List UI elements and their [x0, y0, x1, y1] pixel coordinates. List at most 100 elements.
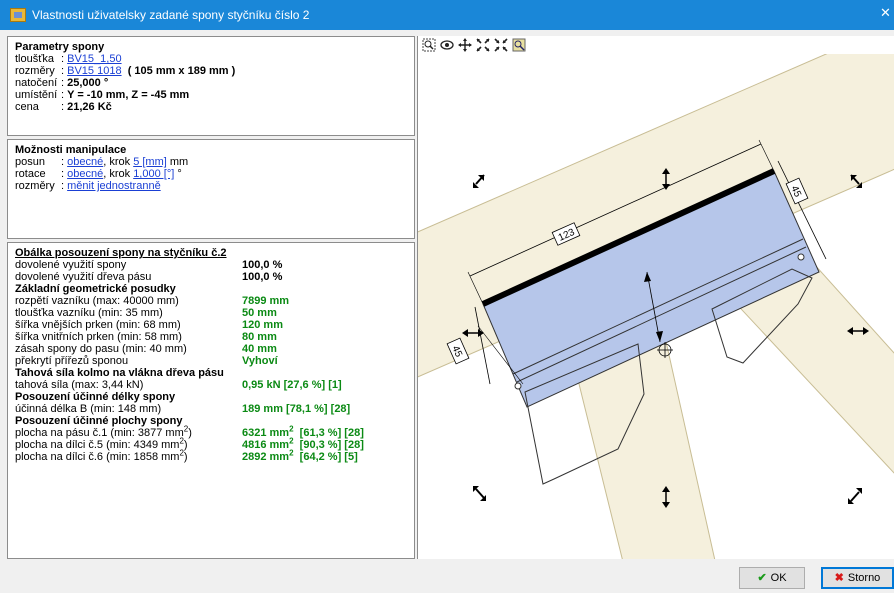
dims-label: rozměry	[15, 65, 55, 77]
dims-link[interactable]: BV15 1018	[67, 65, 121, 77]
area5-label: plocha na dílci č.5 (min: 4349 mm	[15, 439, 180, 451]
joint-drawing: 123 45 45	[418, 54, 894, 559]
vertex-handle[interactable]	[797, 253, 805, 261]
check-row: překrytí přířezů sponou Vyhoví	[15, 355, 407, 367]
check-row: účinná délka B (min: 148 mm) 189 mm [78,1…	[15, 403, 407, 415]
area6-pct: [64,2 %] [5]	[299, 451, 358, 463]
check-row: zásah spony do pasu (min: 40 mm) 40 mm	[15, 343, 407, 355]
area6-label: plocha na dílci č.6 (min: 1858 mm	[15, 451, 180, 463]
zoom-fit-icon[interactable]	[494, 38, 508, 52]
area6-num: 2892 mm	[242, 451, 290, 463]
resize-mode-link[interactable]: měnit jednostranně	[67, 180, 161, 192]
shift-label: posun	[15, 156, 45, 168]
tension-label: tahová síla (max: 3,44 kN)	[15, 379, 144, 391]
ok-button[interactable]: ✔ OK	[739, 567, 805, 589]
drawing-toolbar	[418, 36, 894, 54]
allowed-plate-value: 100,0 %	[242, 259, 283, 271]
drawing-canvas[interactable]: 123 45 45	[418, 54, 894, 559]
check-row: plocha na pásu č.1 (min: 3877 mm 2) 6321 m…	[15, 424, 407, 439]
area1-value: 6321 mm2 [61,3 %] [28]	[242, 424, 364, 439]
check-row: dovolené využití dřeva pásu 100,0 %	[15, 271, 407, 283]
paren: )	[188, 427, 192, 439]
drawing-pane: 123 45 45	[417, 36, 894, 559]
rotate-handle-bl[interactable]	[473, 486, 486, 501]
allowed-plate-label: dovolené využití spony	[15, 259, 127, 271]
area1-num: 6321 mm	[242, 427, 290, 439]
rotation-step-text: , krok	[103, 168, 131, 180]
overlap-label: překrytí přířezů sponou	[15, 355, 129, 367]
position-value: Y = -10 mm, Z = -45 mm	[67, 89, 190, 101]
plate-parameters-panel: Parametry spony tloušťka: BV15_1,50 rozm…	[7, 36, 415, 136]
outer-label: šířka vnějších prken (min: 68 mm)	[15, 319, 181, 331]
eff-len-label: účinná délka B (min: 148 mm)	[15, 403, 162, 415]
shift-unit: mm	[169, 156, 189, 168]
eff-len-header: Posouzení účinné délky spony	[15, 391, 176, 403]
rotation-value: 25,000 °	[67, 77, 109, 89]
eff-len-value: 189 mm [78,1 %] [28]	[242, 403, 351, 415]
paren: )	[183, 451, 188, 463]
check-row: plocha na dílci č.5 (min: 4349 mm 2) 4816 …	[15, 436, 407, 451]
check-header: Obálka posouzení spony na styčníku č.2	[15, 247, 227, 259]
truss-thick-label: tloušťka vazníku (min: 35 mm)	[15, 307, 163, 319]
area5-value: 4816 mm2 [90,3 %] [28]	[242, 436, 364, 451]
inner-label: šířka vnitřních prken (min: 58 mm)	[15, 331, 182, 343]
rotation-step-label: rotace	[15, 168, 46, 180]
area6-value: 2892 mm2 [64,2 %] [5]	[242, 448, 358, 463]
zoom-window-icon[interactable]	[422, 38, 436, 52]
rotation-mode-link[interactable]: obecné	[67, 168, 103, 180]
check-row: dovolené využití spony 100,0 %	[15, 259, 407, 271]
app-icon	[10, 8, 26, 22]
price-value: 21,26 Kč	[67, 101, 112, 113]
zoom-selection-icon[interactable]	[512, 38, 526, 52]
check-row: plocha na dílci č.6 (min: 1858 mm 2) 2892 …	[15, 448, 407, 463]
vertex-handle[interactable]	[514, 382, 522, 390]
reach-label: zásah spony do pasu (min: 40 mm)	[15, 343, 187, 355]
area1-label: plocha na pásu č.1 (min: 3877 mm	[15, 427, 184, 439]
zoom-extents-icon[interactable]	[476, 38, 490, 52]
check-panel: Obálka posouzení spony na styčníku č.2 d…	[7, 242, 415, 559]
allowed-wood-label: dovolené využití dřeva pásu	[15, 271, 152, 283]
overlap-value: Vyhoví	[242, 355, 278, 367]
ok-label: OK	[770, 572, 787, 584]
geo-header: Základní geometrické posudky	[15, 283, 176, 295]
rotate-handle-tl[interactable]	[473, 174, 485, 188]
sup: 2	[289, 436, 294, 446]
pan-icon[interactable]	[458, 38, 472, 52]
close-icon[interactable]: ✕	[880, 5, 894, 21]
title-bar: Vlastnosti uživatelsky zadané spony styč…	[0, 0, 894, 30]
span-value: 7899 mm	[242, 295, 290, 307]
position-label: umístění	[15, 89, 58, 101]
area1-pct: [61,3 %] [28]	[299, 427, 364, 439]
rotate-handle-br[interactable]	[848, 488, 862, 504]
check-row: tloušťka vazníku (min: 35 mm) 50 mm	[15, 307, 407, 319]
price-label: cena	[15, 101, 39, 113]
rotation-step-link[interactable]: 1,000 [°]	[133, 168, 174, 180]
allowed-wood-value: 100,0 %	[242, 271, 283, 283]
tension-value: 0,95 kN [27,6 %] [1]	[242, 379, 342, 391]
check-row: šířka vnitřních prken (min: 58 mm) 80 mm	[15, 331, 407, 343]
tension-header: Tahová síla kolmo na vlákna dřeva pásu	[15, 367, 224, 379]
outer-value: 120 mm	[242, 319, 283, 331]
sup: 2	[289, 424, 294, 434]
check-row: rozpětí vazníku (max: 40000 mm) 7899 mm	[15, 295, 407, 307]
paren: )	[183, 439, 188, 451]
shift-step-link[interactable]: 5 [mm]	[133, 156, 167, 168]
storno-label: Storno	[847, 572, 881, 584]
span-label: rozpětí vazníku (max: 40000 mm)	[15, 295, 179, 307]
thickness-link[interactable]: BV15_1,50	[67, 53, 121, 65]
manipulation-panel: Možnosti manipulace posun: obecné, krok …	[7, 139, 415, 239]
cross-icon: ✖	[834, 572, 844, 584]
sup: 2	[289, 448, 294, 458]
rotation-label: natočení	[15, 77, 58, 89]
truss-thick-value: 50 mm	[242, 307, 277, 319]
storno-button[interactable]: ✖ Storno	[821, 567, 894, 589]
eff-area-header: Posouzení účinné plochy spony	[15, 415, 183, 427]
eye-icon[interactable]	[440, 38, 454, 52]
resize-label: rozměry	[15, 180, 55, 192]
check-icon: ✔	[757, 572, 767, 584]
check-row: tahová síla (max: 3,44 kN) 0,95 kN [27,6 …	[15, 379, 407, 391]
shift-mode-link[interactable]: obecné	[67, 156, 103, 168]
area5-num: 4816 mm	[242, 439, 290, 451]
area5-pct: [90,3 %] [28]	[299, 439, 364, 451]
left-pane: Parametry spony tloušťka: BV15_1,50 rozm…	[7, 36, 415, 559]
